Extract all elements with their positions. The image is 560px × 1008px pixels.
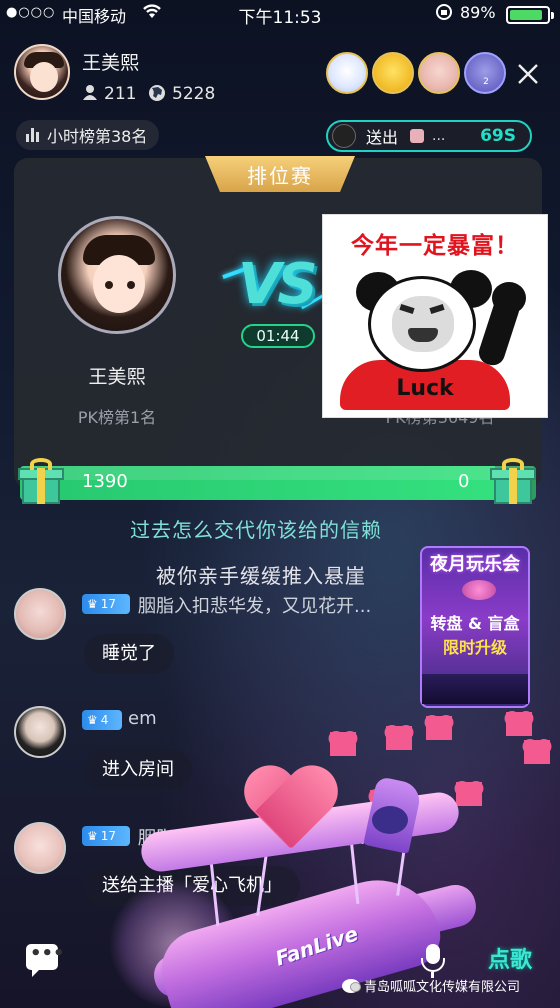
event-title: 夜月玩乐会 — [430, 554, 520, 575]
watermark: 青岛呱呱文化传媒有限公司 — [342, 976, 520, 995]
planet-icon — [462, 580, 496, 600]
wifi-icon — [142, 2, 162, 24]
level-number: 17 — [100, 829, 117, 843]
gift-icon — [410, 129, 425, 143]
sender-avatar — [332, 124, 356, 148]
crown-icon: ♛ — [87, 829, 98, 843]
heart-icon — [506, 712, 532, 736]
gift-notice-pill[interactable]: 送出 ... 69S — [326, 120, 532, 152]
level-badge: ♛ 17 — [82, 826, 130, 846]
crown-icon: ♛ — [87, 597, 98, 611]
top-fan-avatar[interactable]: 2 — [464, 52, 506, 94]
level-badge: ♛ 4 — [82, 710, 122, 730]
hourly-rank-label: 小时榜第38名 — [47, 127, 148, 146]
level-number: 17 — [100, 597, 117, 611]
wechat-icon — [342, 978, 361, 993]
sticker-shirt-text: Luck — [396, 376, 454, 401]
chat-dots-icon: ••• — [30, 943, 65, 964]
heart-icon — [524, 740, 550, 764]
battery-percent: 89% — [460, 3, 496, 22]
sticker-caption: 今年一定暴富！ — [351, 233, 519, 259]
pk-timer: 01:44 — [241, 324, 315, 348]
status-clock: 下午11:53 — [238, 8, 322, 28]
lyric-line: 过去怎么交代你该给的信赖 — [130, 518, 382, 542]
heart-icon — [426, 716, 452, 740]
chat-message: 进入房间 — [84, 750, 192, 790]
gift-send-label: 送出 — [366, 128, 399, 147]
chat-username[interactable]: 胭脂入扣悲华发，又见花开... — [138, 592, 371, 618]
gift-countdown: 69S — [480, 126, 516, 146]
pk-host-name: 王美熙 — [88, 366, 146, 388]
top-fan-avatar[interactable] — [326, 52, 368, 94]
panda-fist — [492, 282, 526, 314]
chat-avatar[interactable] — [14, 706, 66, 758]
pk-banner-title: 排位赛 — [247, 164, 313, 188]
level-badge: ♛ 17 — [82, 594, 130, 614]
heart-icon — [456, 782, 482, 806]
top-fan-avatar[interactable] — [372, 52, 414, 94]
host-avatar[interactable] — [14, 44, 70, 100]
event-skyline — [422, 674, 528, 704]
chat-message: 睡觉了 — [84, 634, 174, 674]
vs-logo: VS — [238, 252, 318, 317]
pk-host-avatar[interactable] — [58, 216, 176, 334]
event-subtitle: 限时升级 — [442, 638, 507, 657]
rotation-lock-icon — [434, 3, 454, 25]
close-icon[interactable] — [516, 60, 540, 93]
globe-icon — [148, 84, 166, 106]
heart-icon — [330, 732, 356, 756]
hourly-rank-pill[interactable]: 小时榜第38名 — [16, 120, 160, 150]
song-request-button[interactable]: 点歌 — [488, 942, 532, 974]
pk-score-left: 1390 — [82, 471, 128, 492]
person-icon — [82, 84, 98, 104]
fan-badge: 2 — [483, 77, 489, 87]
viewer-count: 5228 — [172, 84, 216, 104]
chat-avatar[interactable] — [14, 822, 66, 874]
signal-strength-icon: ●○○○ — [6, 5, 56, 20]
followers-count: 211 — [104, 84, 137, 104]
gift-box-icon[interactable] — [490, 458, 536, 504]
heart-icon — [244, 768, 338, 854]
microphone-stand — [421, 958, 445, 972]
pk-score-right: 0 — [458, 471, 470, 492]
plane-cockpit — [372, 806, 408, 834]
battery-icon — [506, 6, 554, 24]
lyric-line: 被你亲手缓缓推入悬崖 — [156, 564, 366, 588]
top-fan-avatar[interactable] — [418, 52, 460, 94]
host-name[interactable]: 王美熙 — [82, 48, 139, 75]
event-subtitle: 转盘 & 盲盒 — [430, 614, 520, 633]
level-number: 4 — [100, 713, 109, 727]
carrier-name: 中国移动 — [62, 7, 127, 26]
watermark-text: 青岛呱呱文化传媒有限公司 — [364, 980, 521, 995]
gift-box-icon[interactable] — [18, 458, 64, 504]
chat-avatar[interactable] — [14, 588, 66, 640]
panda-mouth — [408, 328, 438, 342]
battery-fill — [510, 10, 543, 20]
chat-username[interactable]: em — [128, 708, 157, 729]
rank-bars-icon — [26, 128, 39, 142]
top-fans-list: 2 — [326, 52, 506, 100]
crown-icon: ♛ — [87, 713, 98, 727]
gift-name-ellipsis: ... — [432, 128, 446, 144]
pk-host-rank: PK榜第1名 — [77, 408, 157, 427]
heart-icon — [386, 726, 412, 750]
